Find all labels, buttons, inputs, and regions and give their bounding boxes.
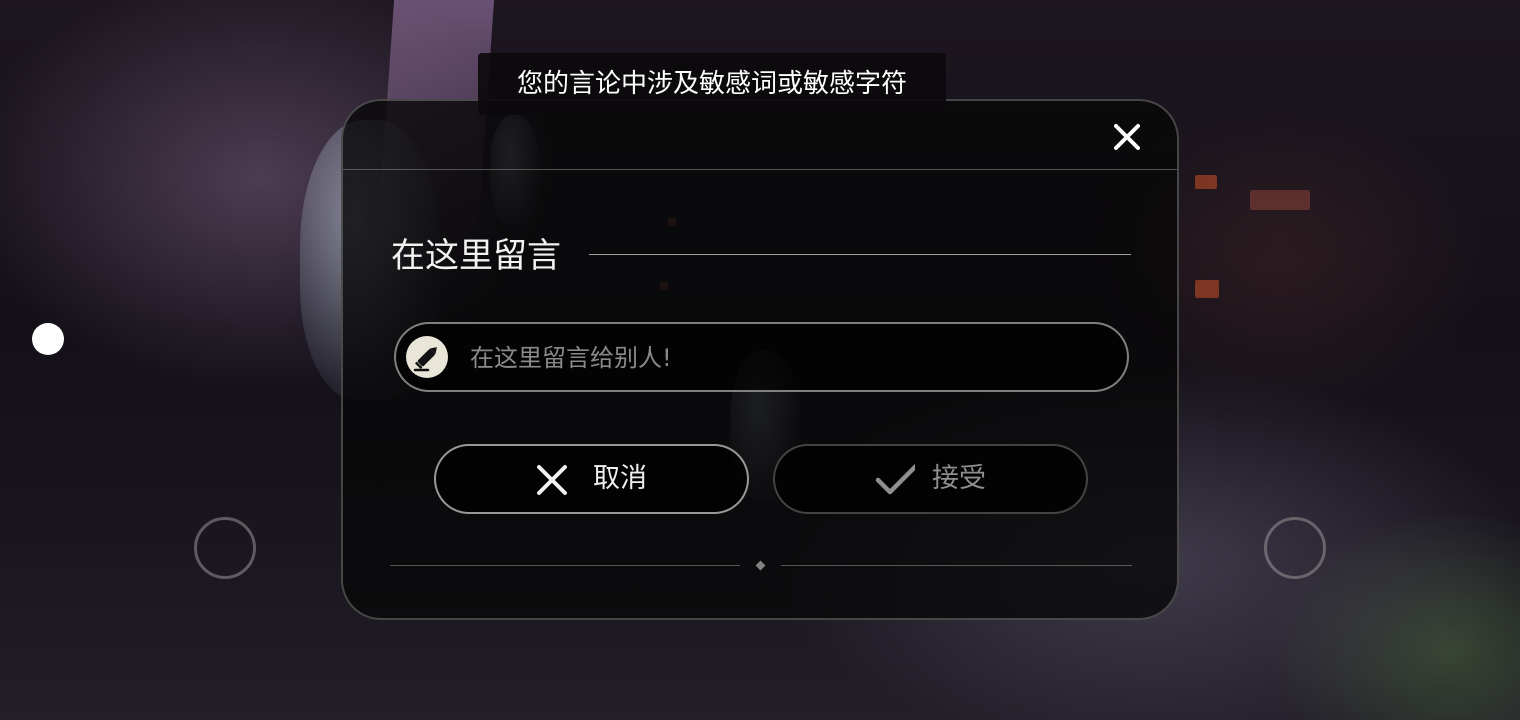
checkmark-icon (875, 463, 915, 495)
message-field[interactable] (394, 322, 1129, 392)
accept-button[interactable]: 接受 (773, 444, 1088, 514)
footer-divider-right (781, 565, 1132, 566)
title-divider (589, 254, 1131, 255)
footer-divider-left (390, 565, 740, 566)
close-icon (1114, 124, 1140, 150)
cancel-button-label: 取消 (593, 463, 647, 494)
ember (1250, 190, 1310, 210)
x-icon (537, 465, 567, 495)
ember (1195, 280, 1219, 298)
right-joystick[interactable] (1264, 517, 1326, 579)
accept-button-label: 接受 (932, 463, 986, 494)
cancel-button[interactable]: 取消 (434, 444, 749, 514)
left-joystick[interactable] (194, 517, 256, 579)
warning-toast: 您的言论中涉及敏感词或敏感字符 (478, 53, 946, 115)
menu-indicator-dot[interactable] (32, 323, 64, 355)
footer-diamond-ornament (755, 560, 766, 571)
dialog-title: 在这里留言 (391, 236, 561, 276)
leave-message-dialog: 在这里留言 取消 接受 (341, 99, 1179, 620)
pencil-icon (406, 336, 448, 378)
close-button[interactable] (1111, 121, 1143, 153)
ember (1195, 175, 1217, 189)
message-input[interactable] (468, 332, 1112, 384)
